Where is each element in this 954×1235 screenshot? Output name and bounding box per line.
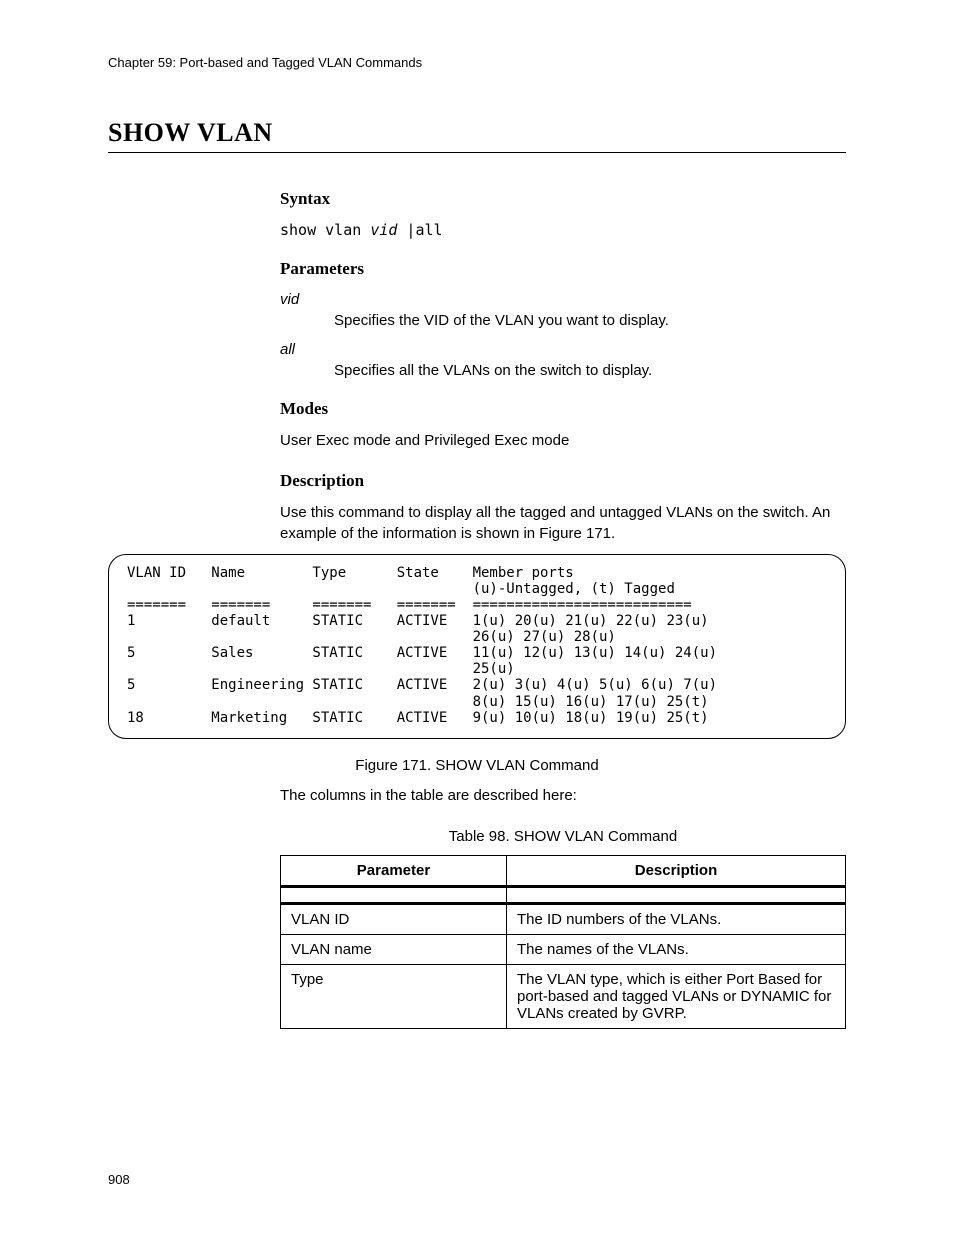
section-heading-syntax: Syntax [280,189,846,209]
param-term: vid [280,291,846,308]
chapter-header: Chapter 59: Port-based and Tagged VLAN C… [108,55,846,70]
modes-text: User Exec mode and Privileged Exec mode [280,431,846,451]
table-cell: The names of the VLANs. [507,934,846,964]
syntax-suffix: |all [397,221,442,239]
param-def: Specifies the VID of the VLAN you want t… [334,312,846,329]
description-table: Parameter Description VLAN ID The ID num… [280,855,846,1029]
code-output-box: VLAN ID Name Type State Member ports (u)… [108,554,846,739]
syntax-cmd: show vlan [280,221,370,239]
table-cell: VLAN ID [281,903,507,934]
page-number: 908 [108,1172,130,1187]
section-heading-modes: Modes [280,399,846,419]
page-title: SHOW VLAN [108,118,846,148]
table-cell: The VLAN type, which is either Port Base… [507,964,846,1028]
syntax-arg: vid [370,221,397,239]
syntax-line: show vlan vid |all [280,221,846,239]
table-caption: Table 98. SHOW VLAN Command [280,828,846,845]
description-text: Use this command to display all the tagg… [280,503,846,544]
section-heading-parameters: Parameters [280,259,846,279]
table-cell: Type [281,964,507,1028]
table-head-cell: Description [507,855,846,886]
table-row: VLAN ID The ID numbers of the VLANs. [281,903,846,934]
post-figure-text: The columns in the table are described h… [280,786,846,806]
figure-caption: Figure 171. SHOW VLAN Command [108,757,846,774]
table-cell: VLAN name [281,934,507,964]
table-head-row: Parameter Description [281,855,846,886]
table-head-cell: Parameter [281,855,507,886]
table-row: Type The VLAN type, which is either Port… [281,964,846,1028]
param-def: Specifies all the VLANs on the switch to… [334,362,846,379]
table-row: VLAN name The names of the VLANs. [281,934,846,964]
title-rule [108,152,846,153]
table-cell: The ID numbers of the VLANs. [507,903,846,934]
section-heading-description: Description [280,471,846,491]
param-term: all [280,341,846,358]
